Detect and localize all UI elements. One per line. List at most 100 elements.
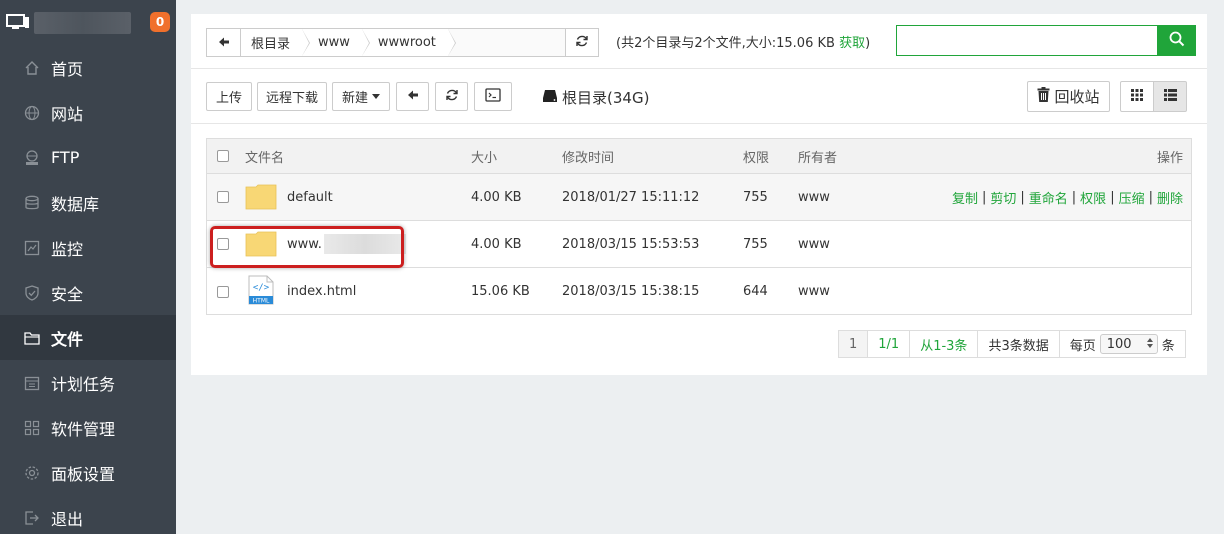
sidebar-item-database[interactable]: 数据库 — [0, 180, 176, 225]
updown-icon — [1146, 337, 1153, 352]
copy-link[interactable]: 复制 — [952, 188, 978, 207]
list-view-button[interactable] — [1153, 81, 1187, 112]
recycle-bin-button[interactable]: 回收站 — [1027, 81, 1110, 112]
folder-icon — [245, 184, 277, 210]
search-icon — [1169, 31, 1185, 51]
back-button[interactable] — [396, 82, 429, 111]
breadcrumb-item[interactable]: wwwroot — [361, 29, 456, 56]
path-bar: 根目录 www wwwroot — [206, 28, 599, 57]
sidebar-item-label: 首页 — [51, 59, 84, 79]
delete-link[interactable]: 删除 — [1157, 188, 1183, 207]
sidebar-item-logout[interactable]: 退出 — [0, 495, 176, 534]
sidebar-item-settings[interactable]: 面板设置 — [0, 450, 176, 495]
table-row[interactable]: </> HTML index.html 15.06 KB 2018/03/15 1… — [207, 268, 1191, 315]
breadcrumb: 根目录 www wwwroot — [241, 29, 565, 56]
file-size: 4.00 KB — [471, 236, 522, 252]
path-refresh-button[interactable] — [565, 29, 598, 56]
header-operations: 操作 — [1156, 150, 1183, 166]
file-manager-panel: 根目录 www wwwroot (共2个目录与2个文件,大小:15.06 KB … — [191, 14, 1207, 375]
breadcrumb-item[interactable]: 根目录 — [241, 29, 311, 56]
path-back-button[interactable] — [207, 29, 241, 56]
file-owner[interactable]: www — [798, 174, 830, 220]
sidebar-item-security[interactable]: 安全 — [0, 270, 176, 315]
sidebar-item-software[interactable]: 软件管理 — [0, 405, 176, 450]
rename-link[interactable]: 重命名 — [1029, 188, 1068, 207]
search-button[interactable] — [1158, 25, 1196, 56]
page-number[interactable]: 1 — [838, 330, 869, 358]
header-permission[interactable]: 权限 — [743, 139, 769, 173]
monitor-chart-icon — [24, 240, 40, 256]
globe-icon — [24, 105, 40, 121]
header-mtime[interactable]: 修改时间 — [562, 139, 614, 173]
grid-view-button[interactable] — [1120, 81, 1154, 112]
new-label: 新建 — [341, 91, 368, 106]
sidebar-item-cron[interactable]: 计划任务 — [0, 360, 176, 405]
sidebar: 0 首页 网站 FTP 数据库 监控 安全 文件 计划任务 软件管理 面板设置 — [0, 0, 176, 534]
sidebar-item-ftp[interactable]: FTP — [0, 135, 176, 180]
caret-down-icon — [372, 89, 380, 104]
fetch-size-link[interactable]: 获取 — [839, 36, 865, 51]
header-size[interactable]: 大小 — [471, 139, 497, 173]
cut-link[interactable]: 剪切 — [990, 188, 1016, 207]
per-page-select[interactable]: 100 — [1099, 334, 1158, 354]
apps-icon — [24, 420, 40, 436]
row-checkbox[interactable] — [217, 191, 229, 203]
file-owner[interactable]: www — [798, 268, 830, 315]
breadcrumb-item[interactable]: www — [302, 29, 370, 56]
row-operations: 复制 | 剪切 | 重命名 | 权限 | 压缩 | 删除 — [951, 188, 1183, 207]
sidebar-item-website[interactable]: 网站 — [0, 90, 176, 135]
file-size: 4.00 KB — [471, 189, 522, 205]
database-icon — [24, 195, 40, 211]
svg-text:</>: </> — [253, 283, 270, 293]
table-header: 文件名 大小 修改时间 权限 所有者 操作 — [207, 139, 1191, 174]
notification-badge[interactable]: 0 — [150, 12, 170, 32]
select-all-checkbox[interactable] — [217, 150, 229, 162]
remote-download-button[interactable]: 远程下载 — [257, 82, 327, 111]
refresh-icon — [575, 33, 589, 52]
sidebar-item-label: 网站 — [51, 104, 84, 124]
sidebar-item-monitor[interactable]: 监控 — [0, 225, 176, 270]
per-page-value: 100 — [1106, 336, 1132, 352]
new-dropdown-button[interactable]: 新建 — [332, 82, 390, 111]
disk-label-text: 根目录(34G) — [562, 89, 650, 107]
file-permission[interactable]: 755 — [743, 221, 768, 267]
server-name-redacted — [34, 12, 131, 34]
header-name[interactable]: 文件名 — [245, 139, 284, 173]
permission-link[interactable]: 权限 — [1080, 188, 1106, 207]
hdd-icon — [542, 89, 558, 107]
file-permission[interactable]: 644 — [743, 268, 768, 315]
sidebar-item-label: 安全 — [51, 284, 84, 304]
calendar-icon — [24, 375, 40, 391]
refresh-button[interactable] — [435, 82, 468, 111]
file-size: 15.06 KB — [471, 284, 530, 299]
sidebar-item-home[interactable]: 首页 — [0, 45, 176, 90]
sidebar-item-label: 退出 — [51, 509, 84, 529]
file-name[interactable]: index.html — [287, 268, 356, 315]
file-permission[interactable]: 755 — [743, 174, 768, 220]
highlight-annotation — [210, 226, 404, 268]
sidebar-item-label: 数据库 — [51, 194, 100, 214]
shield-icon — [24, 284, 40, 301]
terminal-button[interactable] — [474, 82, 512, 111]
page-count: 1/1 — [867, 330, 911, 358]
file-owner[interactable]: www — [798, 221, 830, 267]
row-checkbox[interactable] — [217, 285, 229, 298]
arrow-left-icon — [218, 33, 230, 52]
home-icon — [24, 60, 40, 76]
summary-close: ) — [865, 36, 871, 51]
arrow-left-icon — [407, 89, 419, 105]
upload-button[interactable]: 上传 — [206, 82, 252, 111]
logout-icon — [24, 510, 40, 526]
folder-icon — [24, 330, 40, 346]
svg-text:HTML: HTML — [253, 297, 270, 304]
table-row[interactable]: default 4.00 KB 2018/01/27 15:11:12 755 … — [207, 174, 1191, 221]
file-name[interactable]: default — [287, 174, 333, 220]
gear-icon — [24, 465, 40, 481]
compress-link[interactable]: 压缩 — [1119, 188, 1145, 207]
search-input[interactable] — [896, 25, 1158, 56]
header-owner[interactable]: 所有者 — [798, 139, 837, 173]
sidebar-item-files[interactable]: 文件 — [0, 315, 176, 360]
terminal-icon — [485, 87, 501, 106]
ftp-icon — [24, 149, 40, 166]
recycle-label: 回收站 — [1054, 88, 1100, 106]
